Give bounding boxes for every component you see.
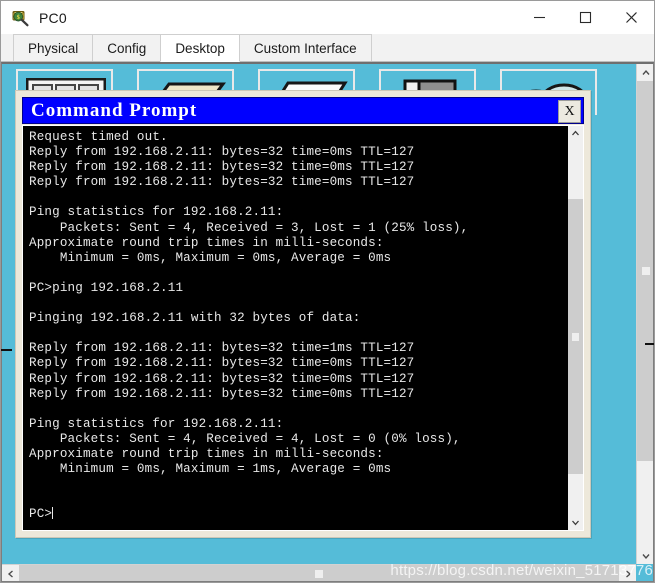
packet-tracer-pc-icon: $ bbox=[12, 9, 30, 27]
desktop-canvas: Command Prompt X Request timed out. Reply… bbox=[2, 64, 636, 564]
desktop-scroll-up-arrow[interactable] bbox=[637, 64, 653, 81]
desktop-horizontal-scrollbar[interactable] bbox=[2, 564, 636, 581]
terminal-line: Reply from 192.168.2.11: bytes=32 time=0… bbox=[29, 175, 415, 190]
terminal-line: PC>ping 192.168.2.11 bbox=[29, 280, 184, 295]
command-prompt-title-bar[interactable]: Command Prompt X bbox=[22, 97, 584, 124]
minimize-button[interactable] bbox=[516, 1, 562, 34]
terminal-line: Reply from 192.168.2.11: bytes=32 time=0… bbox=[29, 371, 415, 386]
desktop-scroll-left-arrow[interactable] bbox=[2, 565, 19, 581]
terminal-output[interactable]: Request timed out. Reply from 192.168.2.1… bbox=[23, 126, 567, 530]
tab-config[interactable]: Config bbox=[92, 34, 162, 61]
tab-custom-interface[interactable]: Custom Interface bbox=[238, 34, 372, 61]
terminal-prompt-text: PC> bbox=[29, 507, 53, 522]
terminal-scroll-up-arrow[interactable] bbox=[568, 126, 583, 141]
desktop-scroll-down-arrow[interactable] bbox=[637, 547, 653, 564]
desktop-pane: Command Prompt X Request timed out. Reply… bbox=[1, 62, 654, 582]
terminal-scroll-thumb-grip bbox=[572, 332, 579, 341]
window-controls bbox=[516, 1, 654, 34]
terminal-vertical-scrollbar[interactable] bbox=[567, 126, 583, 530]
terminal-wrapper: Request timed out. Reply from 192.168.2.1… bbox=[22, 125, 584, 531]
svg-text:$: $ bbox=[17, 14, 20, 21]
tab-physical[interactable]: Physical bbox=[13, 34, 94, 61]
desktop-scroll-thumb[interactable] bbox=[637, 81, 653, 461]
desktop-hscroll-thumb[interactable] bbox=[19, 565, 619, 581]
desktop-scroll-right-arrow[interactable] bbox=[619, 565, 636, 581]
window-title-text: PC0 bbox=[39, 9, 67, 26]
terminal-line: Approximate round trip times in milli-se… bbox=[29, 446, 384, 461]
tab-strip: Physical Config Desktop Custom Interface bbox=[1, 34, 654, 62]
terminal-scroll-thumb[interactable] bbox=[568, 199, 583, 474]
maximize-button[interactable] bbox=[562, 1, 608, 34]
terminal-line: Packets: Sent = 4, Received = 4, Lost = … bbox=[29, 431, 461, 446]
desktop-hscroll-thumb-grip bbox=[315, 570, 323, 578]
terminal-line: Packets: Sent = 4, Received = 3, Lost = … bbox=[29, 220, 469, 235]
terminal-line: Reply from 192.168.2.11: bytes=32 time=0… bbox=[29, 145, 415, 160]
scrollbar-corner bbox=[636, 564, 653, 581]
terminal-line: Reply from 192.168.2.11: bytes=32 time=0… bbox=[29, 160, 415, 175]
topology-link-artifact-right bbox=[645, 343, 654, 345]
terminal-line: Approximate round trip times in milli-se… bbox=[29, 235, 384, 250]
terminal-line: Minimum = 0ms, Maximum = 1ms, Average = … bbox=[29, 462, 392, 477]
terminal-line: Minimum = 0ms, Maximum = 0ms, Average = … bbox=[29, 250, 392, 265]
close-button[interactable] bbox=[608, 1, 654, 34]
terminal-scroll-down-arrow[interactable] bbox=[568, 515, 583, 530]
command-prompt-window: Command Prompt X Request timed out. Reply… bbox=[15, 90, 591, 538]
terminal-prompt-line[interactable]: PC> bbox=[29, 507, 567, 522]
terminal-line: Ping statistics for 192.168.2.11: bbox=[29, 416, 284, 431]
command-prompt-title: Command Prompt bbox=[31, 99, 198, 121]
terminal-caret bbox=[52, 507, 54, 520]
command-prompt-close-button[interactable]: X bbox=[558, 100, 581, 123]
desktop-vertical-scrollbar[interactable] bbox=[636, 64, 653, 564]
terminal-line: Reply from 192.168.2.11: bytes=32 time=1… bbox=[29, 341, 415, 356]
window-title-bar: $ PC0 bbox=[1, 1, 654, 34]
terminal-line: Reply from 192.168.2.11: bytes=32 time=0… bbox=[29, 356, 415, 371]
desktop-scroll-thumb-grip bbox=[642, 267, 650, 275]
terminal-line: Reply from 192.168.2.11: bytes=32 time=0… bbox=[29, 386, 415, 401]
terminal-line: Pinging 192.168.2.11 with 32 bytes of da… bbox=[29, 311, 361, 326]
topology-link-artifact-left bbox=[1, 349, 12, 351]
terminal-line: Request timed out. bbox=[29, 130, 168, 144]
terminal-line: Ping statistics for 192.168.2.11: bbox=[29, 205, 284, 220]
tab-desktop[interactable]: Desktop bbox=[160, 34, 240, 62]
pc0-window: $ PC0 Physical Config Desktop Custom Int… bbox=[0, 0, 655, 583]
